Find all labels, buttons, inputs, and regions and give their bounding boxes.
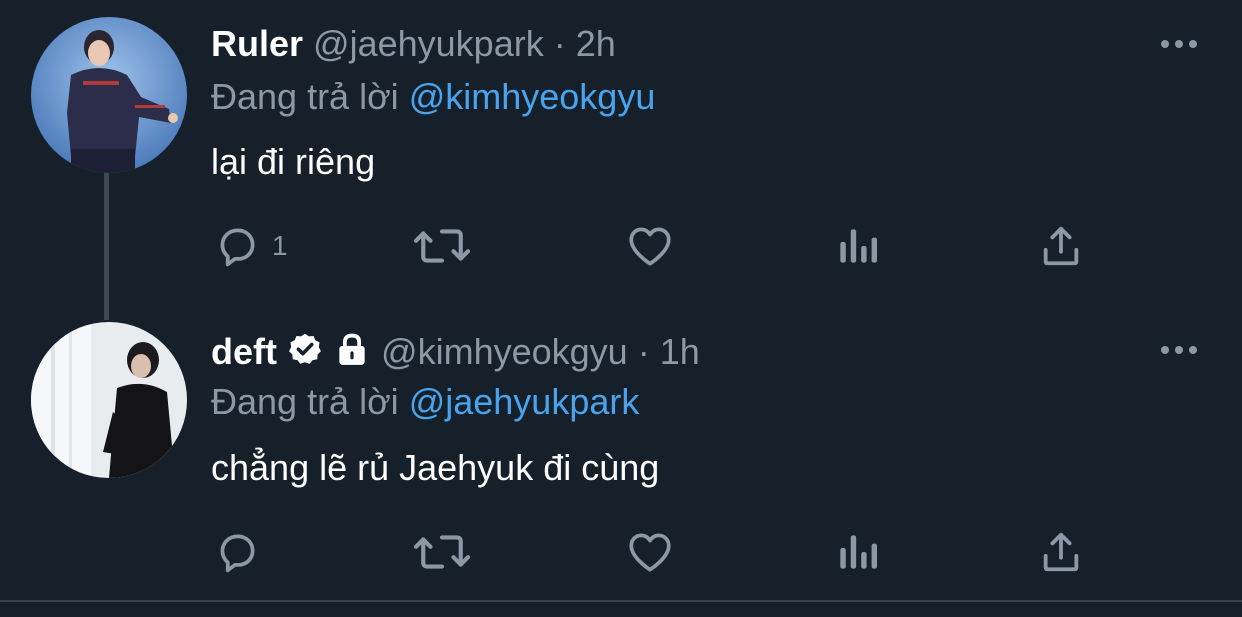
reply-icon [220, 228, 255, 267]
heart-icon [629, 533, 671, 572]
share-icon [1043, 532, 1079, 572]
retweet-icon [413, 229, 471, 263]
views-icon [840, 535, 877, 569]
tweet-text: lại đi riêng [211, 141, 376, 182]
display-name[interactable]: deft [211, 331, 277, 372]
retweet-button[interactable] [412, 218, 472, 274]
verified-badge-icon [287, 331, 323, 377]
reply-context: Đang trả lời @jaehyukpark [211, 380, 639, 424]
more-button[interactable] [1160, 343, 1198, 355]
divider [0, 600, 1242, 602]
separator-dot: · [553, 23, 566, 64]
views-button[interactable] [834, 218, 880, 274]
share-button[interactable] [1038, 524, 1084, 580]
reply-context: Đang trả lời @kimhyeokgyu [211, 75, 655, 119]
more-icon [1161, 40, 1197, 48]
reply-button[interactable]: 1 [212, 218, 288, 274]
views-button[interactable] [834, 524, 880, 580]
more-icon [1161, 346, 1197, 354]
more-button[interactable] [1160, 37, 1198, 49]
tweet-deft[interactable]: deft @kimhyeokgyu · 1h Đang trả lời @jae… [0, 300, 1242, 600]
display-name[interactable]: Ruler [211, 23, 303, 64]
user-handle[interactable]: @jaehyukpark [313, 23, 544, 64]
views-icon [840, 229, 877, 263]
timestamp[interactable]: 2h [576, 23, 616, 64]
like-button[interactable] [624, 524, 676, 580]
separator-dot: · [637, 331, 650, 372]
reply-prefix: Đang trả lời [211, 381, 399, 422]
avatar[interactable] [31, 17, 187, 173]
like-button[interactable] [624, 218, 676, 274]
tweet-ruler[interactable]: Ruler @jaehyukpark · 2h Đang trả lời @ki… [0, 0, 1242, 300]
reply-count: 1 [272, 230, 288, 261]
action-bar: 1 [0, 218, 1242, 274]
heart-icon [629, 227, 671, 266]
reply-prefix: Đang trả lời [211, 76, 399, 117]
reply-icon [220, 534, 255, 573]
lock-icon [333, 330, 371, 378]
share-button[interactable] [1038, 218, 1084, 274]
reply-button[interactable] [212, 524, 272, 580]
tweet-header: Ruler @jaehyukpark · 2h [211, 22, 616, 66]
retweet-button[interactable] [412, 524, 472, 580]
avatar[interactable] [31, 322, 187, 478]
tweet-text: chẳng lẽ rủ Jaehyuk đi cùng [211, 447, 660, 488]
action-bar [0, 524, 1242, 580]
tweet-header: deft @kimhyeokgyu · 1h [211, 330, 700, 378]
user-handle[interactable]: @kimhyeokgyu [381, 331, 628, 372]
timestamp[interactable]: 1h [660, 331, 700, 372]
reply-mention-link[interactable]: @kimhyeokgyu [409, 76, 656, 117]
retweet-icon [413, 535, 471, 569]
share-icon [1043, 226, 1079, 266]
reply-mention-link[interactable]: @jaehyukpark [409, 381, 640, 422]
